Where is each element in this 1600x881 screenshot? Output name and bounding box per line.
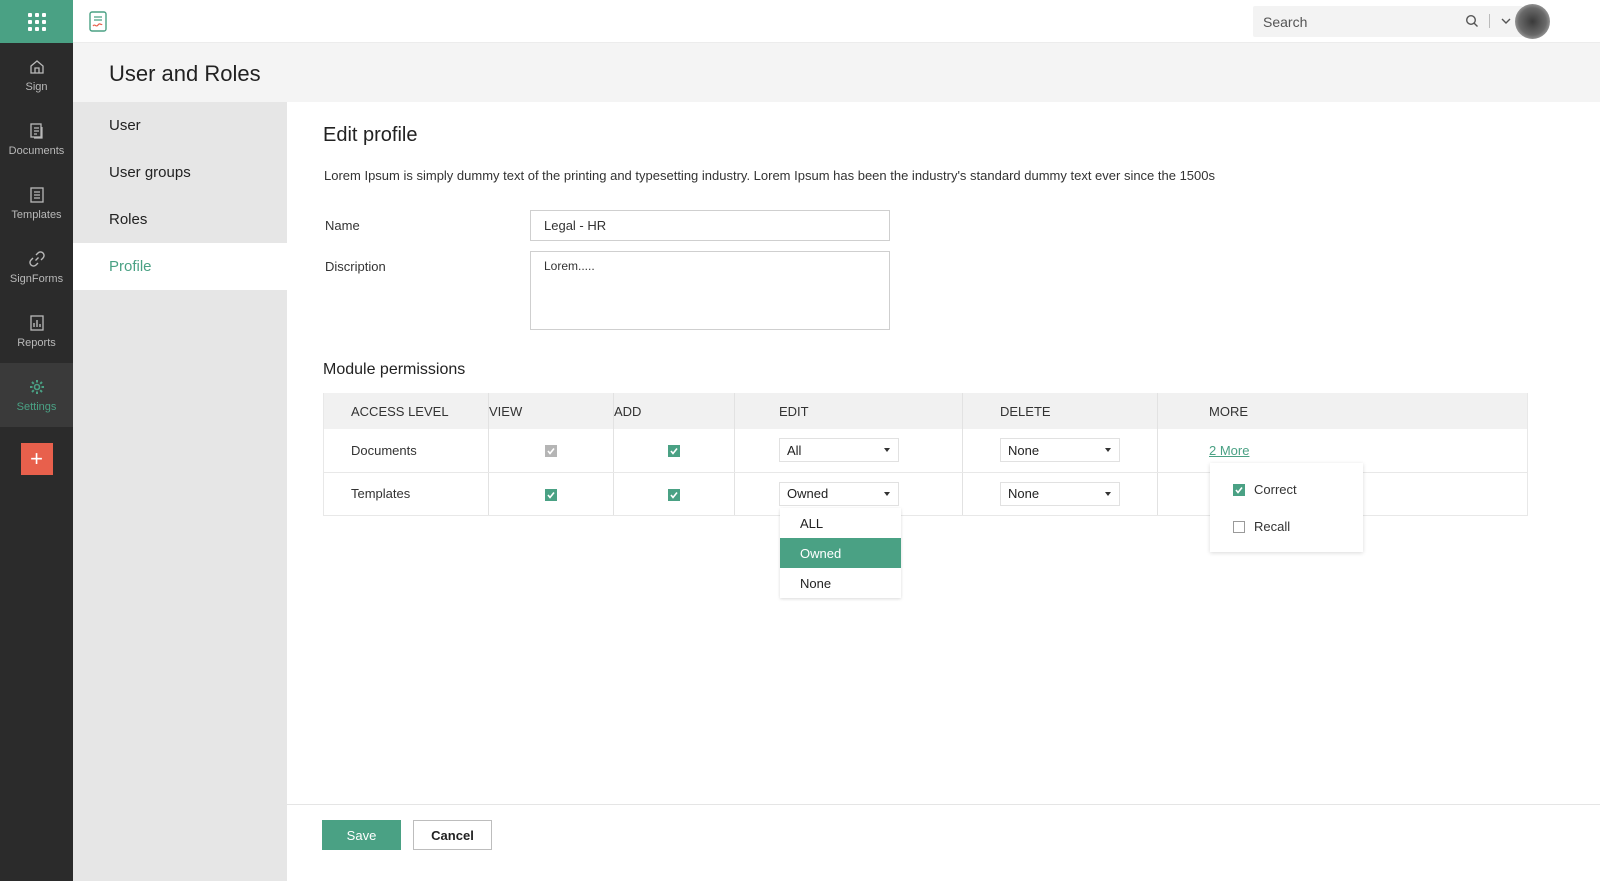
rail-item-label: Sign xyxy=(25,80,48,93)
delete-select[interactable]: None xyxy=(1000,438,1120,463)
caret-down-icon xyxy=(1105,448,1111,453)
edit-select[interactable]: All xyxy=(779,438,899,463)
avatar[interactable] xyxy=(1515,4,1550,39)
description-field[interactable]: Lorem..... xyxy=(530,251,890,330)
main-content: Edit profile Lorem Ipsum is simply dummy… xyxy=(287,102,1600,881)
caret-down-icon xyxy=(884,448,890,453)
description-text: Lorem Ipsum is simply dummy text of the … xyxy=(324,168,1216,183)
dropdown-option-none[interactable]: None xyxy=(780,568,901,598)
rail-item-reports[interactable]: Reports xyxy=(0,299,73,363)
add-cell xyxy=(613,472,735,516)
edit-profile-title: Edit profile xyxy=(323,124,418,146)
delete-select-value: None xyxy=(1008,486,1040,501)
caret-down-icon xyxy=(1105,491,1111,496)
save-button[interactable]: Save xyxy=(322,820,401,850)
module-name: Templates xyxy=(323,472,489,516)
search-divider xyxy=(1489,14,1490,28)
plus-icon: + xyxy=(30,446,43,471)
correct-checkbox[interactable] xyxy=(1233,483,1245,496)
popover-option-recall[interactable]: Recall xyxy=(1233,519,1290,534)
check-icon xyxy=(1235,486,1243,494)
edit-select-value: All xyxy=(787,442,802,458)
more-popover: Correct Recall xyxy=(1210,463,1363,552)
subnav-item-user[interactable]: User xyxy=(73,102,287,149)
add-checkbox[interactable] xyxy=(668,488,680,501)
check-icon xyxy=(547,448,555,456)
app-logo-icon[interactable] xyxy=(89,11,107,32)
page-title: User and Roles xyxy=(109,61,261,86)
popover-option-correct[interactable]: Correct xyxy=(1233,482,1297,497)
documents-icon xyxy=(29,122,43,139)
header-view: VIEW xyxy=(488,393,614,429)
delete-cell: None xyxy=(962,429,1158,473)
add-cell xyxy=(613,429,735,473)
edit-select[interactable]: Owned xyxy=(779,481,899,506)
module-permissions-title: Module permissions xyxy=(323,361,466,378)
check-icon xyxy=(670,448,678,456)
delete-select[interactable]: None xyxy=(1000,481,1120,506)
rail-item-label: Documents xyxy=(8,144,65,157)
delete-select-value: None xyxy=(1008,442,1040,458)
view-cell xyxy=(488,472,614,516)
view-checkbox[interactable] xyxy=(545,445,557,458)
check-icon xyxy=(670,491,678,499)
table-header-row: ACCESS LEVEL VIEW ADD EDIT DELETE MORE xyxy=(323,393,1528,429)
header-access-level: ACCESS LEVEL xyxy=(323,393,489,429)
search-icon[interactable] xyxy=(1465,14,1479,28)
caret-down-icon xyxy=(884,491,890,496)
top-bar xyxy=(73,0,1600,43)
module-name: Documents xyxy=(323,429,489,473)
edit-dropdown-menu: ALL Owned None xyxy=(780,508,901,598)
rail-item-label: Templates xyxy=(11,208,62,221)
name-field[interactable] xyxy=(530,210,890,241)
more-link[interactable]: 2 More xyxy=(1209,443,1249,458)
edit-cell: All xyxy=(734,429,963,473)
subnav-item-user-groups[interactable]: User groups xyxy=(73,149,287,196)
rail-item-documents[interactable]: Documents xyxy=(0,107,73,171)
rail-item-settings[interactable]: Settings xyxy=(0,363,73,427)
cancel-button[interactable]: Cancel xyxy=(413,820,492,850)
description-label: Discription xyxy=(325,259,386,274)
rail-item-signforms[interactable]: SignForms xyxy=(0,235,73,299)
rail-item-label: Settings xyxy=(16,400,57,413)
add-checkbox[interactable] xyxy=(668,445,680,458)
view-checkbox[interactable] xyxy=(545,488,557,501)
subnav-item-profile[interactable]: Profile xyxy=(73,243,287,290)
popover-option-label: Recall xyxy=(1254,519,1291,534)
rail-item-templates[interactable]: Templates xyxy=(0,171,73,235)
grid-icon xyxy=(27,12,46,31)
view-cell xyxy=(488,429,614,473)
rail-item-label: SignForms xyxy=(9,272,64,285)
dropdown-option-all[interactable]: ALL xyxy=(780,508,901,538)
create-new-button[interactable]: + xyxy=(20,443,53,475)
popover-option-label: Correct xyxy=(1254,482,1297,497)
search-input[interactable] xyxy=(1263,13,1453,30)
edit-select-value: Owned xyxy=(787,486,829,501)
templates-icon xyxy=(29,186,44,203)
header-add: ADD xyxy=(613,393,735,429)
form-footer: Save Cancel xyxy=(287,804,1600,881)
header-more: MORE xyxy=(1157,393,1528,429)
recall-checkbox[interactable] xyxy=(1233,520,1245,533)
left-rail: Sign Documents Templates SignForms Repor… xyxy=(0,0,73,881)
header-edit: EDIT xyxy=(734,393,963,429)
header-delete: DELETE xyxy=(962,393,1158,429)
dropdown-option-owned[interactable]: Owned xyxy=(780,538,901,568)
delete-cell: None xyxy=(962,472,1158,516)
gear-icon xyxy=(29,379,44,394)
search-box xyxy=(1253,6,1523,37)
page-header: User and Roles xyxy=(73,43,1600,102)
reports-icon xyxy=(29,314,44,331)
rail-item-sign[interactable]: Sign xyxy=(0,43,73,107)
settings-subnav: User User groups Roles Profile xyxy=(73,102,287,881)
chevron-down-icon[interactable] xyxy=(1500,15,1512,27)
subnav-item-roles[interactable]: Roles xyxy=(73,196,287,243)
name-label: Name xyxy=(325,218,360,233)
check-icon xyxy=(547,491,555,499)
link-icon xyxy=(28,250,45,267)
app-launcher-button[interactable] xyxy=(0,0,73,43)
home-icon xyxy=(29,59,44,74)
rail-item-label: Reports xyxy=(17,336,56,349)
